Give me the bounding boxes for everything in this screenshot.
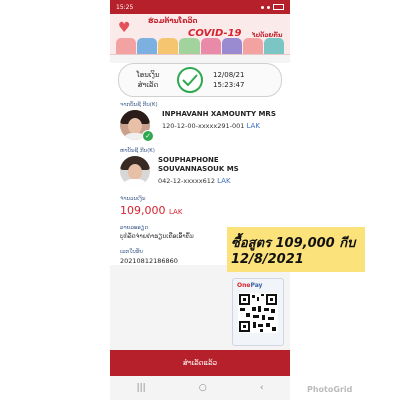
recent-apps-icon[interactable]: ||| bbox=[137, 383, 146, 393]
status-label-line1: ໂອນເງິນ bbox=[136, 71, 160, 79]
banner-covid-text: COVID-19 bbox=[188, 28, 242, 39]
status-icons bbox=[261, 4, 284, 10]
home-icon[interactable]: ○ bbox=[199, 383, 207, 393]
transfer-status-label: ໂອນເງິນ ສຳເລັດ bbox=[119, 70, 177, 90]
receiver-info: SOUPHAPHONE SOUVANNASOUK MS 042-12-xxxxx… bbox=[158, 156, 280, 185]
receiver-currency: LAK bbox=[217, 177, 231, 185]
sender-label: ຈາກບັນຊີ ກີບ(₭) bbox=[120, 102, 158, 108]
sender-account: 120-12-00-xxxxx291-001 LAK bbox=[162, 122, 276, 130]
status-label-line2: ສຳເລັດ bbox=[137, 81, 159, 89]
sender-info: INPHAVANH XAMOUNTY MRS 120-12-00-xxxxx29… bbox=[162, 110, 276, 130]
banner-people-illustration bbox=[116, 38, 284, 54]
transfer-date: 12/08/21 bbox=[213, 71, 245, 79]
signal-icon bbox=[261, 5, 264, 9]
verified-check-icon: ✓ bbox=[142, 130, 154, 142]
receiver-row: SOUPHAPHONE SOUVANNASOUK MS 042-12-xxxxx… bbox=[120, 156, 280, 186]
logo-one: One bbox=[237, 282, 251, 289]
transfer-status-box: ໂອນເງິນ ສຳເລັດ 12/08/21 15:23:47 bbox=[118, 63, 282, 97]
phone-screen: 15:25 ♥ ຮ່ວມຕ້ານໂຄວິດ COVID-19 ໄປດ້ວຍກັນ… bbox=[110, 0, 290, 400]
status-bar: 15:25 bbox=[110, 0, 290, 14]
success-check-icon bbox=[177, 67, 203, 93]
sender-row: ✓ INPHAVANH XAMOUNTY MRS 120-12-00-xxxxx… bbox=[120, 110, 280, 142]
photogrid-watermark: PhotoGrid bbox=[307, 385, 353, 394]
note-line2: 12/8/2021 bbox=[231, 252, 304, 267]
receiver-label: ຫາບັນຊີ ກີບ(₭) bbox=[120, 148, 155, 154]
sender-account-number: 120-12-00-xxxxx291-001 bbox=[162, 122, 245, 130]
android-nav-bar: ||| ○ ‹ bbox=[110, 376, 290, 400]
amount-currency: LAK bbox=[169, 208, 183, 216]
amount-label: ຈຳນວນເງິນ bbox=[120, 196, 146, 202]
banner-line1: ຮ່ວມຕ້ານໂຄວິດ bbox=[148, 17, 198, 25]
receiver-account-number: 042-12-xxxxx612 bbox=[158, 177, 216, 185]
handwritten-note-overlay: ซื้อสูตร 109,000 กีบ 12/8/2021 bbox=[227, 227, 365, 272]
banner-line3: ໄປດ້ວຍກັນ bbox=[252, 32, 283, 39]
sender-name: INPHAVANH XAMOUNTY MRS bbox=[162, 110, 276, 118]
status-time: 15:25 bbox=[116, 3, 134, 11]
done-button[interactable]: ສຳເລັດແລ້ວ bbox=[110, 350, 290, 376]
amount-value: 109,000 bbox=[120, 204, 166, 217]
heart-icon: ♥ bbox=[118, 20, 131, 36]
transfer-datetime: 12/08/21 15:23:47 bbox=[213, 70, 244, 90]
back-icon[interactable]: ‹ bbox=[260, 383, 264, 393]
receiver-name: SOUPHAPHONE SOUVANNASOUK MS bbox=[158, 156, 239, 173]
logo-pay: Pay bbox=[250, 282, 263, 289]
covid-banner: ♥ ຮ່ວມຕ້ານໂຄວິດ COVID-19 ໄປດ້ວຍກັນ bbox=[110, 14, 290, 55]
qr-code-icon bbox=[238, 293, 278, 333]
note-line1: ซื้อสูตร 109,000 กีบ bbox=[231, 236, 356, 251]
onepay-logo: OnePay bbox=[237, 282, 262, 289]
wifi-icon bbox=[267, 5, 270, 9]
amount-value-row: 109,000 LAK bbox=[120, 204, 280, 217]
sender-currency: LAK bbox=[246, 122, 260, 130]
battery-icon bbox=[273, 4, 284, 10]
receiver-avatar bbox=[120, 156, 150, 186]
transfer-time: 15:23:47 bbox=[213, 81, 245, 89]
description-value: ບຸກໍລັດຈ່າຍຄ່າຮຽນເຄືອເອົ້າຄົ້ນ bbox=[120, 233, 194, 240]
qr-card: OnePay bbox=[232, 278, 284, 346]
receiver-account: 042-12-xxxxx612 LAK bbox=[158, 177, 280, 185]
